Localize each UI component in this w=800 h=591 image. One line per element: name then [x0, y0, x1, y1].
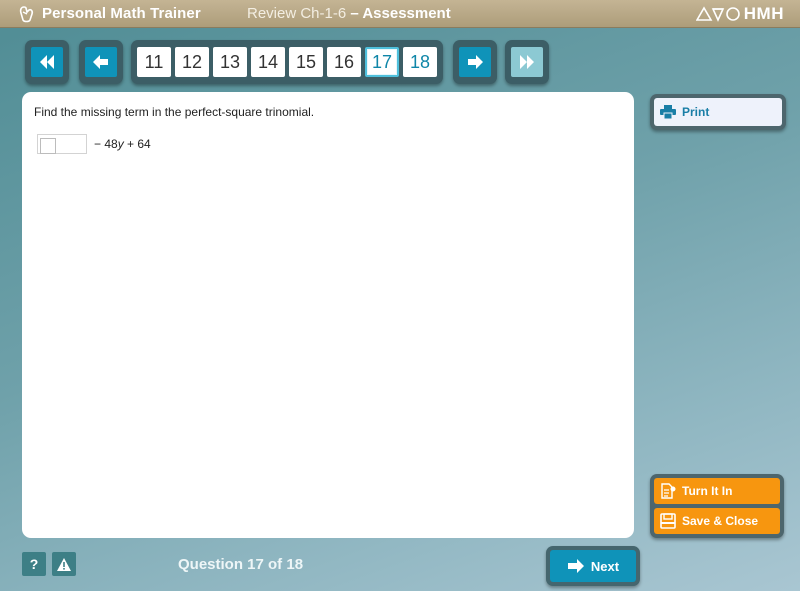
save-disk-icon [660, 513, 676, 529]
review-name: Review Ch-1-6 [247, 5, 347, 22]
trinomial-expression: − 48y + 64 [37, 134, 151, 154]
next-button[interactable]: Next [550, 550, 636, 582]
arrow-left-icon [93, 55, 108, 69]
save-and-close-button[interactable]: Save & Close [654, 508, 780, 534]
next-group: Next [546, 546, 640, 586]
question-16-button[interactable]: 16 [327, 47, 361, 77]
next-question-group [453, 40, 497, 84]
print-group: Print [650, 94, 786, 130]
last-question-button[interactable] [511, 47, 543, 77]
arrow-right-icon [468, 55, 483, 69]
arrow-right-icon [567, 559, 584, 573]
hmh-logo: HMH [695, 4, 784, 24]
question-11-button[interactable]: 11 [137, 47, 171, 77]
expression-constant: + 64 [123, 137, 151, 151]
last-question-group [505, 40, 549, 84]
previous-question-group [79, 40, 123, 84]
printer-icon [660, 105, 676, 119]
title-separator: – [346, 5, 363, 22]
hmh-shapes-icon [695, 6, 740, 22]
double-chevron-right-icon [520, 55, 534, 69]
question-prompt: Find the missing term in the perfect-squ… [34, 105, 315, 119]
print-label: Print [682, 105, 710, 119]
assignment-type: Assessment [362, 5, 451, 22]
expression-text: − 48y + 64 [94, 137, 151, 151]
pmt-logo-icon [19, 6, 34, 23]
turn-it-in-button[interactable]: Turn It In [654, 478, 780, 504]
app-brand: Personal Math Trainer [42, 5, 201, 22]
report-problem-button[interactable] [52, 552, 76, 576]
help-icon: ? [29, 556, 39, 572]
previous-question-button[interactable] [85, 47, 117, 77]
question-panel: Find the missing term in the perfect-squ… [22, 92, 634, 538]
assignment-title: Review Ch-1-6 – Assessment [247, 5, 451, 22]
turn-it-in-label: Turn It In [682, 484, 733, 498]
question-number-bar: 11 12 13 14 15 16 17 18 [131, 40, 443, 84]
app-header: Personal Math Trainer Review Ch-1-6 – As… [0, 0, 800, 28]
question-counter: Question 17 of 18 [178, 556, 304, 573]
question-15-button[interactable]: 15 [289, 47, 323, 77]
save-and-close-label: Save & Close [682, 514, 759, 528]
question-12-button[interactable]: 12 [175, 47, 209, 77]
submission-group: Turn It In Save & Close [650, 474, 784, 538]
warning-icon [57, 557, 71, 571]
first-question-button[interactable] [31, 47, 63, 77]
expression-middle-term: − 48 [94, 137, 118, 151]
print-button[interactable]: Print [654, 98, 782, 126]
question-18-button[interactable]: 18 [403, 47, 437, 77]
turn-in-document-icon [661, 483, 676, 499]
help-button[interactable]: ? [22, 552, 46, 576]
question-13-button[interactable]: 13 [213, 47, 247, 77]
next-label: Next [590, 558, 620, 574]
missing-term-input[interactable] [37, 134, 87, 154]
publisher-name: HMH [743, 4, 784, 23]
double-chevron-left-icon [40, 55, 54, 69]
next-question-button[interactable] [459, 47, 491, 77]
first-question-group [25, 40, 69, 84]
question-17-button-current[interactable]: 17 [365, 47, 399, 77]
question-14-button[interactable]: 14 [251, 47, 285, 77]
